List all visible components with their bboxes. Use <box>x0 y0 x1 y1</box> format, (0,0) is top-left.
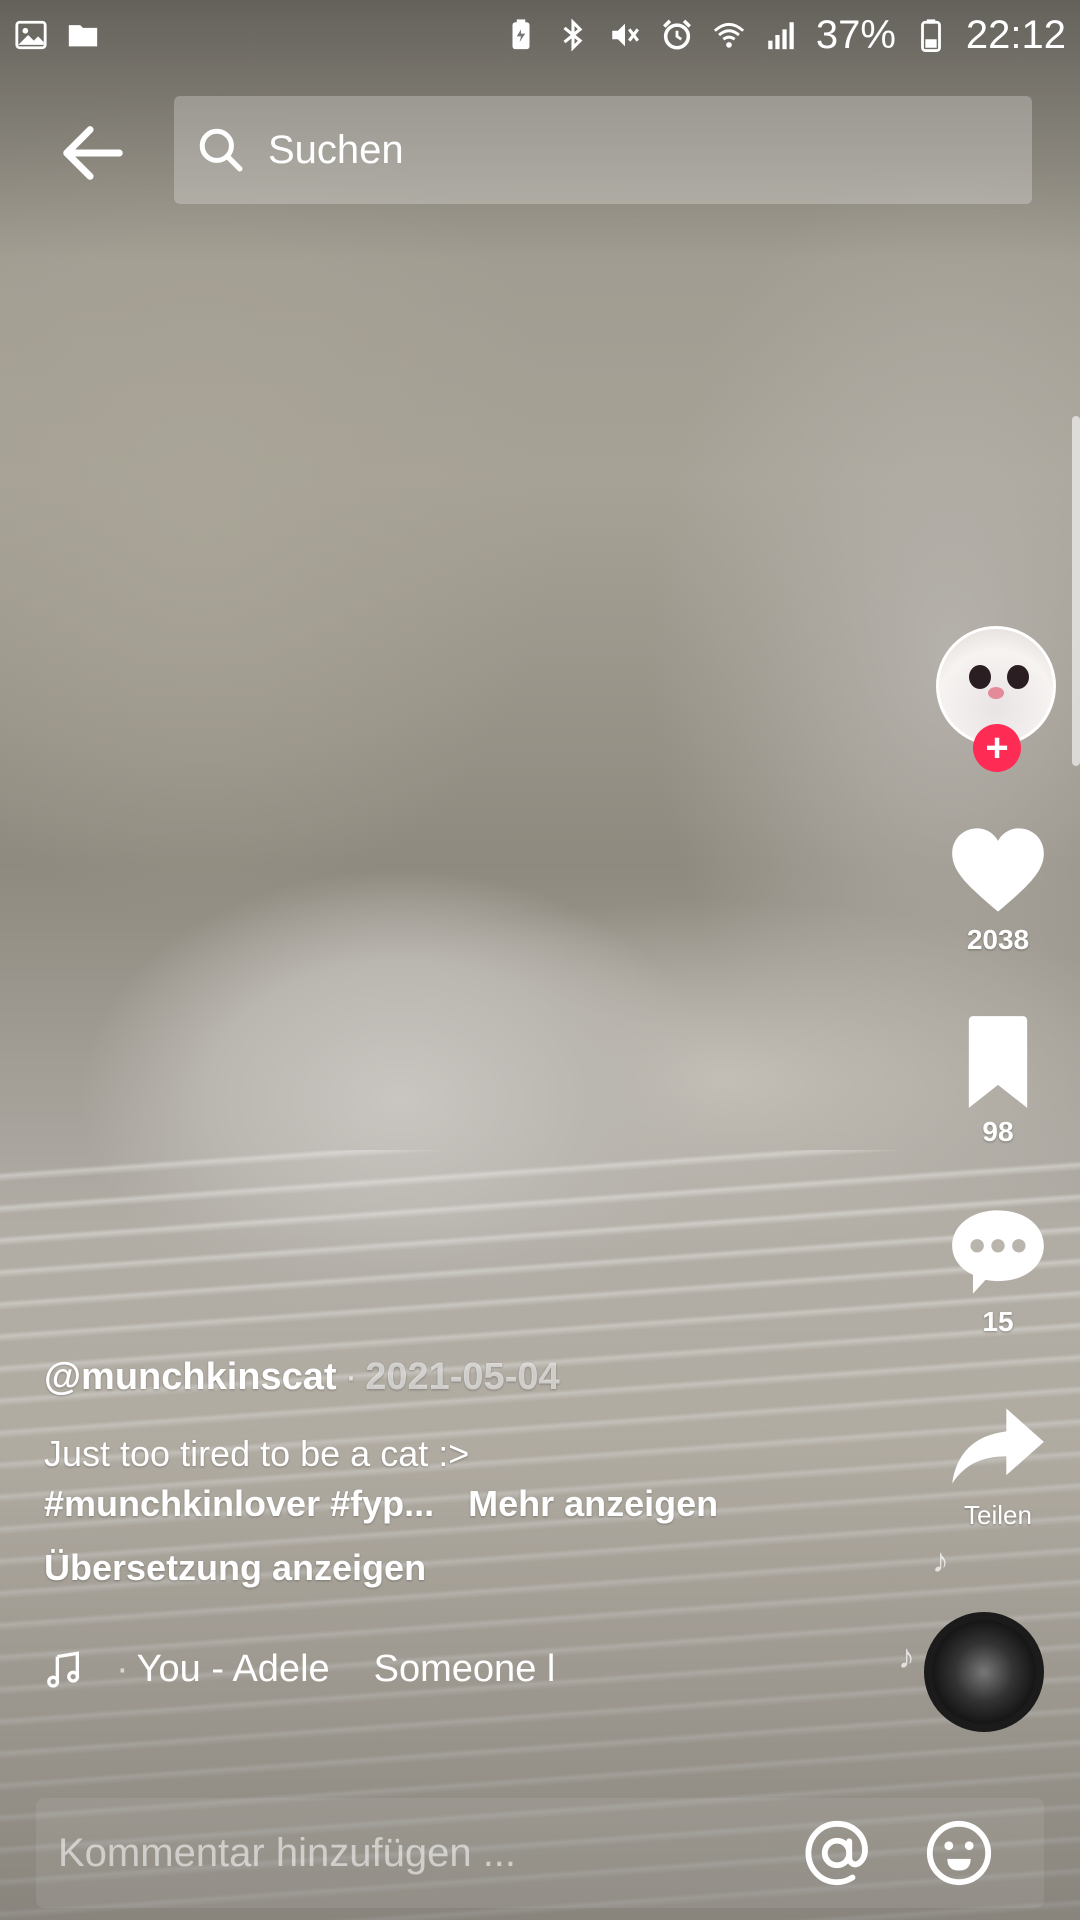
status-right: 37% 22:12 <box>504 13 1066 58</box>
hashtags[interactable]: #munchkinlover #fyp... <box>44 1479 434 1529</box>
comment-bubble-icon <box>952 1210 1044 1294</box>
like-count: 2038 <box>966 924 1030 955</box>
description: Just too tired to be a cat :> #munchkinl… <box>44 1429 804 1529</box>
heart-icon <box>952 828 1044 912</box>
avatar-eye <box>969 665 991 689</box>
avatar-eye <box>1007 665 1029 689</box>
comment-placeholder: Kommentar hinzufügen ... <box>58 1830 517 1875</box>
battery-saver-icon <box>512 19 530 50</box>
bluetooth-icon <box>563 18 583 52</box>
author-username[interactable]: @munchkinscat <box>44 1356 337 1399</box>
search-placeholder: Suchen <box>268 127 404 172</box>
comment-count: 15 <box>982 1306 1014 1337</box>
music-track-a: You - Adele <box>136 1648 330 1690</box>
like-button[interactable]: 2038 <box>946 824 1050 956</box>
alarm-icon <box>662 19 691 50</box>
share-label: Teilen <box>964 1500 1032 1530</box>
battery-icon <box>920 19 941 52</box>
post-date: 2021-05-04 <box>365 1356 560 1398</box>
share-arrow-icon <box>952 1408 1044 1484</box>
comment-button[interactable]: 15 <box>946 1206 1050 1338</box>
bookmark-icon <box>968 1016 1028 1108</box>
comment-input[interactable]: Kommentar hinzufügen ... <box>36 1798 1044 1908</box>
show-more-link[interactable]: Mehr anzeigen <box>468 1479 718 1529</box>
search-icon <box>199 128 243 172</box>
save-button[interactable]: 98 <box>946 1016 1050 1148</box>
music-ticker[interactable]: · You - Adele Someone l <box>44 1648 604 1691</box>
follow-plus-button[interactable]: + <box>973 724 1021 772</box>
hashtag-row: #munchkinlover #fyp... Mehr anzeigen <box>44 1479 804 1529</box>
music-disc[interactable] <box>924 1612 1044 1732</box>
share-button[interactable]: Teilen <box>946 1400 1050 1531</box>
author-line: @munchkinscat · 2021-05-04 <box>44 1356 804 1399</box>
music-separator: · <box>116 1648 129 1690</box>
translate-link[interactable]: Übersetzung anzeigen <box>44 1547 804 1589</box>
scroll-indicator <box>1072 416 1080 766</box>
description-text: Just too tired to be a cat :> <box>44 1433 470 1474</box>
folder-icon <box>68 25 98 47</box>
floating-note-icon: ♪ <box>898 1638 915 1676</box>
battery-percentage: 37% <box>815 12 896 57</box>
clock: 22:12 <box>965 12 1066 57</box>
search-bar[interactable]: Suchen <box>174 96 1032 204</box>
wifi-icon <box>713 22 744 48</box>
image-icon <box>15 20 47 50</box>
save-count: 98 <box>982 1116 1014 1147</box>
music-note-icon <box>47 1650 80 1688</box>
separator-dot: · <box>344 1356 358 1398</box>
emoji-icon[interactable] <box>924 1818 994 1888</box>
avatar-nose <box>988 687 1004 699</box>
floating-note-icon: ♪ <box>932 1542 949 1580</box>
back-arrow-icon[interactable] <box>58 118 128 188</box>
mention-icon[interactable] <box>802 1818 872 1888</box>
video-caption: @munchkinscat · 2021-05-04 Just too tire… <box>44 1356 804 1589</box>
status-left <box>14 18 100 52</box>
status-bar: 37% 22:12 <box>0 0 1080 70</box>
music-track-b: Someone l <box>373 1648 556 1690</box>
signal-icon <box>768 22 794 50</box>
mute-icon <box>612 23 639 47</box>
